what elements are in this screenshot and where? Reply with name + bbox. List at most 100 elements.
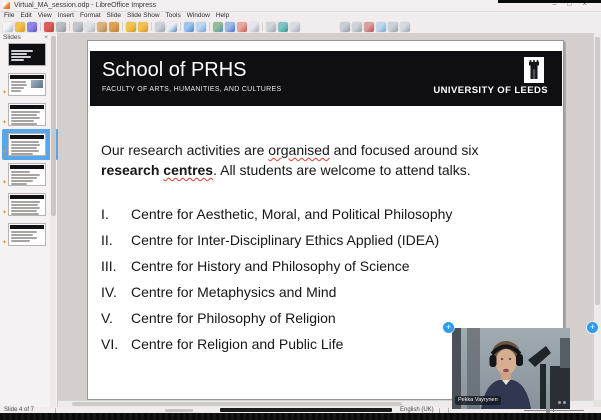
toolbar-separator — [151, 22, 152, 31]
menu-tools[interactable]: Tools — [163, 11, 184, 20]
zoom-icon[interactable] — [352, 22, 362, 32]
undo-icon[interactable] — [126, 22, 136, 32]
slide-thumbnail-2[interactable] — [8, 73, 46, 96]
scrollbar-corner — [593, 400, 601, 407]
spelling-icon[interactable] — [167, 22, 177, 32]
slide-thumbnail-1[interactable] — [8, 43, 46, 66]
menu-slide[interactable]: Slide — [104, 11, 124, 20]
new-slide-icon[interactable] — [376, 22, 386, 32]
slide-thumbnail-preview — [8, 73, 46, 96]
slide-transition-star-icon[interactable]: ✦ — [2, 240, 7, 246]
intro-bold-misspelled: centres — [163, 162, 213, 178]
status-separator — [55, 408, 56, 413]
horizontal-scrollbar-thumb[interactable] — [72, 402, 402, 406]
open-icon[interactable] — [15, 22, 25, 32]
list-text: Centre for Inter-Disciplinary Ethics App… — [131, 227, 439, 253]
main-toolbar — [2, 20, 600, 34]
list-numeral: II. — [101, 227, 131, 253]
list-text: Centre for History and Philosophy of Sci… — [131, 253, 410, 279]
slide-thumbnail-preview — [8, 103, 46, 126]
clone-formatting-icon[interactable] — [109, 22, 119, 32]
impress-window: Virtual_MA_session.odp - LibreOffice Imp… — [0, 0, 601, 420]
slide-transition-star-icon[interactable]: ✦ — [2, 150, 7, 156]
intro-part1: Our research activities are — [101, 142, 268, 158]
list-numeral: IV. — [101, 279, 131, 305]
slide-thumbnail-preview — [8, 43, 46, 66]
menu-edit[interactable]: Edit — [17, 11, 34, 20]
menu-slide-show[interactable]: Slide Show — [124, 11, 163, 20]
toolbar-separator — [180, 22, 181, 31]
list-numeral: V. — [101, 305, 131, 331]
slide-thumbnail-7[interactable] — [8, 223, 46, 246]
save-icon[interactable] — [27, 22, 37, 32]
slide-transition-star-icon[interactable]: ✦ — [2, 210, 7, 216]
slide-thumbnail-6[interactable] — [8, 193, 46, 216]
slide-thumbnail-preview — [8, 163, 46, 186]
menu-bar: FileEditViewInsertFormatSlideSlide ShowT… — [1, 11, 601, 20]
menu-file[interactable]: File — [1, 11, 17, 20]
slides-panel-title: Slides — [3, 33, 21, 42]
copy-icon[interactable] — [85, 22, 95, 32]
start-slideshow-icon[interactable] — [364, 22, 374, 32]
faculty-subtitle: FACULTY OF ARTS, HUMANITIES, AND CULTURE… — [102, 86, 281, 93]
new-document-icon[interactable] — [3, 22, 13, 32]
display-views-icon[interactable] — [340, 22, 350, 32]
insert-image-icon[interactable] — [213, 22, 223, 32]
panel-close-icon[interactable]: × — [44, 33, 48, 42]
cut-icon[interactable] — [73, 22, 83, 32]
list-text: Centre for Religion and Public Life — [131, 331, 343, 357]
menu-window[interactable]: Window — [184, 11, 213, 20]
research-centre-item: III.Centre for History and Philosophy of… — [101, 253, 557, 279]
hyperlink-icon[interactable] — [278, 22, 288, 32]
overlay-handle-button[interactable]: + — [587, 322, 598, 333]
slide-thumbnail-3[interactable] — [8, 103, 46, 126]
slide-transition-star-icon[interactable]: ✦ — [2, 180, 7, 186]
duplicate-slide-icon[interactable] — [388, 22, 398, 32]
panel-scrollbar[interactable] — [50, 33, 56, 407]
slide-thumbnail-preview — [8, 193, 46, 216]
desktop-edge-strip — [498, 0, 601, 3]
slide-header-banner[interactable]: School of PRHS FACULTY OF ARTS, HUMANITI… — [90, 51, 562, 106]
slide-transition-star-icon[interactable]: ✦ — [2, 90, 7, 96]
webcam-overlay[interactable]: Pekka Vayrynen — [452, 328, 570, 409]
header-footer-icon[interactable] — [266, 22, 276, 32]
panel-scrollbar-thumb[interactable] — [51, 36, 56, 216]
research-centre-item: II.Centre for Inter-Disciplinary Ethics … — [101, 227, 557, 253]
list-text: Centre for Metaphysics and Mind — [131, 279, 336, 305]
list-text: Centre for Aesthetic, Moral, and Politic… — [131, 201, 452, 227]
find-replace-icon[interactable] — [155, 22, 165, 32]
slide-intro-text[interactable]: Our research activities are organised an… — [101, 140, 557, 180]
export-pdf-icon[interactable] — [44, 22, 54, 32]
paste-icon[interactable] — [97, 22, 107, 32]
overlay-add-button[interactable]: + — [443, 322, 454, 333]
redo-icon[interactable] — [138, 22, 148, 32]
slide-transition-star-icon[interactable]: ✦ — [2, 120, 7, 126]
toolbar-separator — [69, 22, 70, 31]
menu-insert[interactable]: Insert — [55, 11, 77, 20]
slide-thumbnail-preview — [8, 223, 46, 246]
print-icon[interactable] — [56, 22, 66, 32]
vertical-scrollbar[interactable] — [593, 33, 601, 400]
expand-toolbar-icon[interactable] — [400, 22, 410, 32]
research-centre-item: IV.Centre for Metaphysics and Mind — [101, 279, 557, 305]
insert-chart-icon[interactable] — [237, 22, 247, 32]
university-logo-text: UNIVERSITY OF LEEDS — [433, 85, 548, 96]
menu-help[interactable]: Help — [213, 11, 232, 20]
slides-panel: Slides × ✦ ✦ ✦ ✦ ✦ ✦ — [0, 33, 58, 407]
insert-textbox-icon[interactable] — [249, 22, 259, 32]
slides-panel-header: Slides × — [0, 33, 57, 42]
slide-thumbnail-5[interactable] — [8, 163, 46, 186]
snap-guides-icon[interactable] — [196, 22, 206, 32]
special-character-icon[interactable] — [290, 22, 300, 32]
list-numeral: I. — [101, 201, 131, 227]
zoom-slider-track — [524, 410, 584, 411]
vertical-scrollbar-thumb[interactable] — [595, 37, 600, 305]
toolbar-separator — [122, 22, 123, 31]
toolbar-separator — [209, 22, 210, 31]
taskbar[interactable] — [0, 413, 601, 420]
menu-format[interactable]: Format — [77, 11, 104, 20]
menu-view[interactable]: View — [35, 11, 55, 20]
toolbar-separator — [262, 22, 263, 31]
display-grid-icon[interactable] — [184, 22, 194, 32]
insert-table-icon[interactable] — [225, 22, 235, 32]
